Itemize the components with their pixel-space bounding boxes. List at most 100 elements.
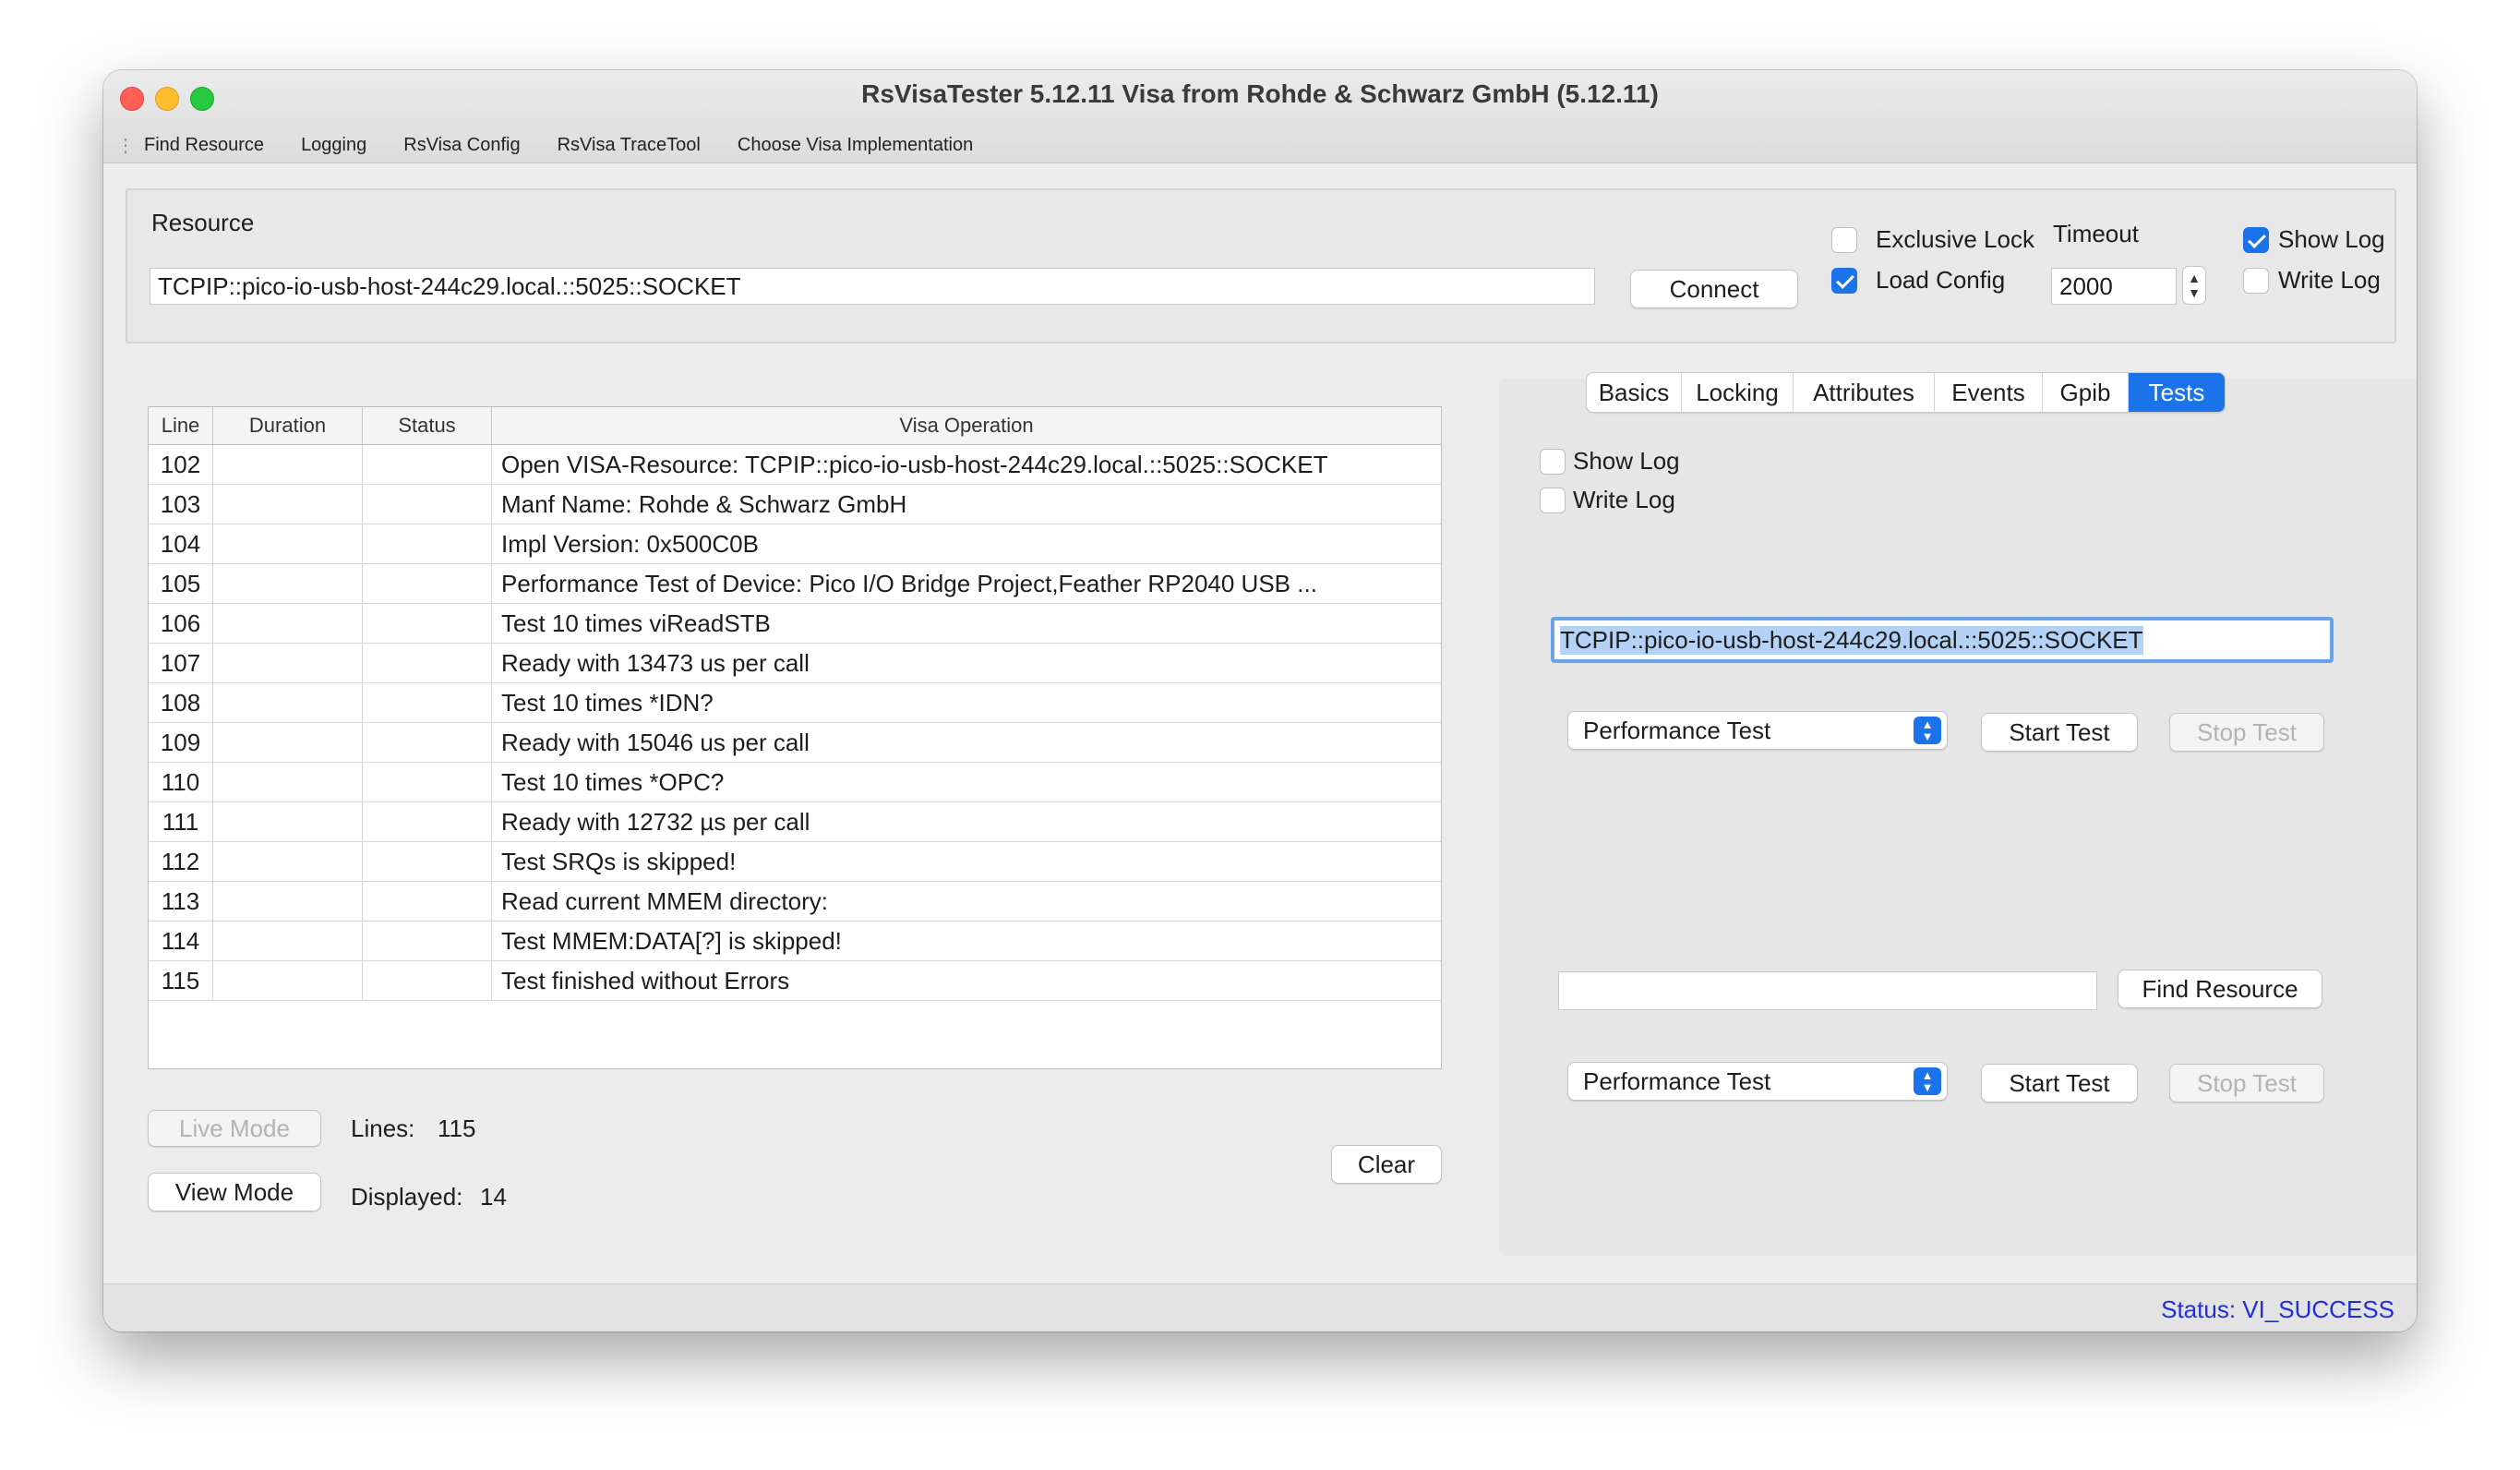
cell-visa-operation: Ready with 15046 us per call [501,728,810,756]
find-resource-input[interactable] [1558,971,2097,1010]
cell-status [363,604,492,643]
live-mode-button[interactable]: Live Mode [148,1110,321,1147]
select-arrows-icon: ▲ ▼ [1914,717,1941,744]
resource-input[interactable]: TCPIP::pico-io-usb-host-244c29.local.::5… [150,268,1595,305]
tab-gpib[interactable]: Gpib [2043,373,2129,412]
cell-visa-operation: Performance Test of Device: Pico I/O Bri… [501,569,1317,597]
write-log-label: Write Log [2278,266,2381,294]
cell-status [363,723,492,762]
status-bar: Status: VI_SUCCESS [103,1283,2417,1331]
test-type-select-2[interactable]: Performance Test ▲ ▼ [1567,1062,1948,1101]
cell-visa-operation: Test 10 times viReadSTB [501,608,771,637]
app-window: RsVisaTester 5.12.11 Visa from Rohde & S… [103,70,2417,1331]
table-row[interactable]: 115 Test finished without Errors [149,961,1441,1001]
start-test-button-2[interactable]: Start Test [1981,1064,2138,1102]
menu-rsvisa-tracetool[interactable]: RsVisa TraceTool [558,135,701,156]
tab-events[interactable]: Events [1935,373,2043,412]
toolbar-grip-icon[interactable]: ⋮ [116,134,135,157]
cell-duration [213,683,363,722]
column-header-status[interactable]: Status [363,407,492,444]
cell-line: 115 [149,961,213,1000]
load-config-checkbox[interactable] [1831,268,1857,294]
menu-rsvisa-config[interactable]: RsVisa Config [403,135,520,156]
column-header-visa-operation[interactable]: Visa Operation [492,407,1441,444]
timeout-input[interactable]: 2000 [2051,268,2177,305]
cell-line: 108 [149,683,213,722]
test-type-select-1-value: Performance Test [1583,716,1771,744]
timeout-label: Timeout [2053,220,2139,247]
test-type-select-1[interactable]: Performance Test ▲ ▼ [1567,711,1948,750]
tab-locking[interactable]: Locking [1682,373,1794,412]
table-row[interactable]: 113 Read current MMEM directory: [149,882,1441,922]
menu-find-resource[interactable]: Find Resource [144,135,264,156]
cell-status [363,763,492,801]
find-resource-button[interactable]: Find Resource [2118,970,2322,1008]
cell-status [363,524,492,563]
lines-label: Lines: [351,1115,415,1142]
cell-duration [213,524,363,563]
connect-button[interactable]: Connect [1630,270,1798,308]
log-table[interactable]: Line Duration Status Visa Operation 102 O… [148,406,1442,1069]
table-row[interactable]: 109 Ready with 15046 us per call [149,723,1441,763]
table-row[interactable]: 114 Test MMEM:DATA[?] is skipped! [149,922,1441,961]
view-mode-button[interactable]: View Mode [148,1173,321,1211]
table-row[interactable]: 112 Test SRQs is skipped! [149,842,1441,882]
start-test-button-1[interactable]: Start Test [1981,713,2138,752]
table-row[interactable]: 108 Test 10 times *IDN? [149,683,1441,723]
stepper-up-icon[interactable]: ▲ [2188,271,2201,285]
table-row[interactable]: 110 Test 10 times *OPC? [149,763,1441,802]
cell-line: 109 [149,723,213,762]
tests-write-log-checkbox[interactable] [1540,488,1566,513]
resource-group: Resource TCPIP::pico-io-usb-host-244c29.… [126,188,2396,343]
table-row[interactable]: 102 Open VISA-Resource: TCPIP::pico-io-us… [149,445,1441,485]
tab-basics[interactable]: Basics [1587,373,1682,412]
show-log-label: Show Log [2278,225,2385,253]
exclusive-lock-checkbox[interactable] [1831,227,1857,253]
tests-show-log-checkbox[interactable] [1540,449,1566,475]
table-row[interactable]: 105 Performance Test of Device: Pico I/O … [149,564,1441,604]
menu-bar: ⋮ Find Resource Logging RsVisa Config Rs… [116,131,1010,159]
cell-duration [213,644,363,682]
tab-bar: Basics Locking Attributes Events Gpib Te… [1586,372,2226,413]
tab-tests[interactable]: Tests [2129,373,2225,412]
write-log-checkbox[interactable] [2243,268,2269,294]
column-header-duration[interactable]: Duration [213,407,363,444]
status-text: Status: VI_SUCCESS [2161,1295,2394,1323]
cell-status [363,485,492,524]
cell-status [363,445,492,484]
tab-attributes[interactable]: Attributes [1794,373,1935,412]
table-row[interactable]: 103 Manf Name: Rohde & Schwarz GmbH [149,485,1441,524]
cell-visa-operation: Test 10 times *IDN? [501,688,714,717]
cell-visa-operation: Ready with 12732 µs per call [501,807,810,836]
menu-logging[interactable]: Logging [301,135,366,156]
table-row[interactable]: 106 Test 10 times viReadSTB [149,604,1441,644]
cell-line: 107 [149,644,213,682]
table-row[interactable]: 104 Impl Version: 0x500C0B [149,524,1441,564]
show-log-checkbox[interactable] [2243,227,2269,253]
menu-choose-visa-implementation[interactable]: Choose Visa Implementation [738,135,973,156]
cell-visa-operation: Impl Version: 0x500C0B [501,529,759,558]
stepper-down-icon[interactable]: ▼ [2188,285,2201,300]
cell-duration [213,922,363,960]
log-table-body: 102 Open VISA-Resource: TCPIP::pico-io-us… [149,445,1441,1001]
cell-line: 106 [149,604,213,643]
table-row[interactable]: 111 Ready with 12732 µs per call [149,802,1441,842]
exclusive-lock-label: Exclusive Lock [1876,225,2034,253]
cell-duration [213,723,363,762]
cell-visa-operation: Open VISA-Resource: TCPIP::pico-io-usb-h… [501,450,1328,478]
cell-status [363,882,492,921]
stop-test-button-1[interactable]: Stop Test [2169,713,2324,752]
clear-button[interactable]: Clear [1331,1145,1442,1184]
timeout-stepper[interactable]: ▲ ▼ [2182,266,2206,305]
cell-duration [213,961,363,1000]
tests-resource-selected-text: TCPIP::pico-io-usb-host-244c29.local.::5… [1560,625,2143,655]
cell-visa-operation: Manf Name: Rohde & Schwarz GmbH [501,489,907,518]
stop-test-button-2[interactable]: Stop Test [2169,1064,2324,1102]
tests-resource-input[interactable]: TCPIP::pico-io-usb-host-244c29.local.::5… [1551,617,2334,663]
cell-line: 113 [149,882,213,921]
table-row[interactable]: 107 Ready with 13473 us per call [149,644,1441,683]
column-header-line[interactable]: Line [149,407,213,444]
cell-status [363,922,492,960]
cell-visa-operation: Test MMEM:DATA[?] is skipped! [501,926,842,955]
cell-status [363,842,492,881]
